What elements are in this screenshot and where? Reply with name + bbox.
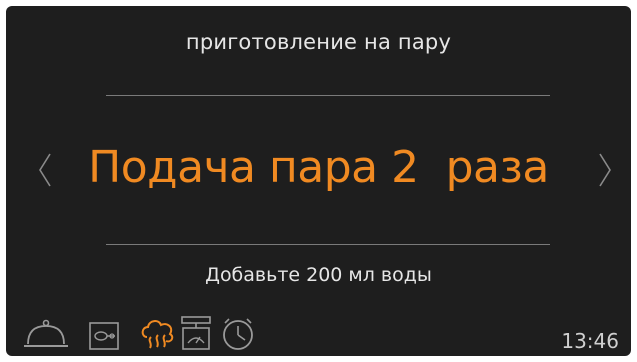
mode-title: приготовление на пару [185,30,452,54]
timer-icon[interactable] [218,313,258,353]
setting-value: Подача пара 2 раза [88,142,549,193]
instruction-text: Добавьте 200 мл воды [205,264,432,286]
food-probe-icon[interactable] [88,321,122,351]
next-arrow-button[interactable] [592,150,618,190]
clock-display: 13:46 [561,329,619,353]
steam-icon[interactable] [139,315,179,353]
chevron-right-icon [599,153,611,187]
oven-display: приготовление на пару Подача пара 2 раза… [6,6,631,356]
bottom-divider [106,244,550,245]
cloche-icon[interactable] [22,318,70,352]
top-divider [106,95,550,96]
weight-scale-icon[interactable] [179,313,213,353]
